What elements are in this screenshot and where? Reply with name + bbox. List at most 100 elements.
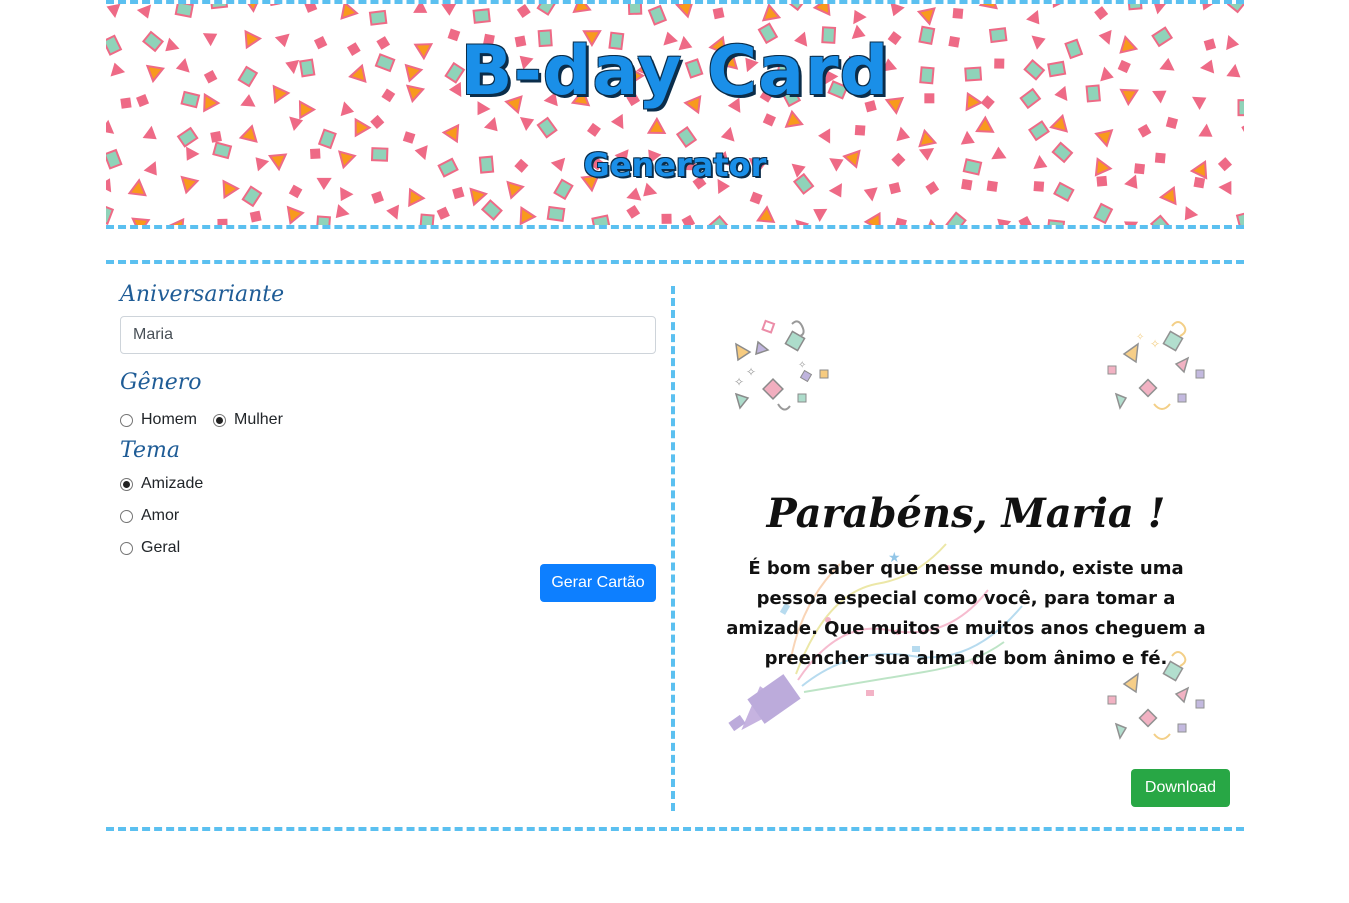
svg-text:✧: ✧: [734, 375, 744, 389]
confetti-shape: [371, 191, 384, 204]
radio-homem[interactable]: [120, 413, 133, 427]
download-button[interactable]: Download: [1131, 769, 1230, 807]
gender-label: Gênero: [120, 370, 202, 395]
svg-text:✧: ✧: [798, 360, 806, 371]
confetti-shape: [441, 4, 457, 16]
confetti-shape: [610, 113, 624, 130]
header-banner: B-day Card Generator: [106, 0, 1244, 229]
confetti-shape: [1241, 122, 1244, 136]
confetti-shape: [242, 4, 262, 13]
confetti-shape: [675, 126, 698, 149]
confetti-shape: [210, 131, 222, 143]
confetti-shape: [896, 126, 911, 142]
svg-text:✧: ✧: [1136, 332, 1144, 343]
confetti-shape: [1149, 214, 1172, 225]
confetti-shape: [1093, 202, 1114, 225]
confetti-shape: [1094, 128, 1114, 148]
confetti-shape: [268, 4, 281, 7]
confetti-shape: [1028, 120, 1050, 142]
confetti-shape: [795, 219, 810, 225]
confetti-shape: [975, 115, 995, 133]
theme-option-label: Amor: [141, 507, 180, 524]
confetti-shape: [755, 205, 776, 224]
confetti-shape: [762, 113, 776, 127]
gender-option-homem[interactable]: Homem: [120, 411, 197, 429]
confetti-shape: [335, 204, 350, 219]
card-title: Parabéns, Maria !: [766, 490, 1166, 537]
confetti-shape: [519, 117, 535, 131]
confetti-shape: [354, 117, 372, 138]
confetti-shape: [436, 206, 450, 220]
confetti-shape: [784, 109, 804, 128]
confetti-shape: [1052, 4, 1066, 9]
confetti-shape: [1165, 116, 1179, 130]
confetti-shape: [419, 213, 435, 225]
confetti-shape: [890, 4, 905, 17]
theme-option-amor[interactable]: Amor: [120, 507, 179, 525]
confetti-shape: [813, 208, 828, 223]
name-input[interactable]: [120, 316, 656, 354]
theme-option-label: Amizade: [141, 475, 204, 492]
confetti-shape: [675, 4, 695, 19]
confetti-shape: [749, 191, 763, 205]
gender-option-label: Mulher: [234, 411, 283, 428]
confetti-shape: [626, 187, 642, 201]
confetti-shape: [1018, 216, 1032, 225]
radio-mulher[interactable]: [213, 413, 226, 427]
confetti-shape: [1049, 113, 1069, 133]
gender-option-mulher[interactable]: Mulher: [213, 411, 283, 429]
confetti-shape: [519, 205, 537, 225]
confetti-shape: [854, 124, 866, 136]
confetti-shape: [131, 217, 151, 225]
radio-amizade[interactable]: [120, 477, 133, 491]
theme-option-amizade[interactable]: Amizade: [120, 475, 203, 493]
theme-label: Tema: [120, 438, 180, 463]
confetti-shape: [106, 4, 121, 19]
confetti-shape: [643, 182, 658, 197]
confetti-shape: [952, 8, 964, 19]
confetti-shape: [1137, 123, 1152, 138]
confetti-shape: [591, 214, 611, 225]
confetti-shape: [587, 122, 601, 137]
confetti-shape: [441, 123, 460, 144]
confetti-shape: [960, 130, 975, 145]
confetti-shape: [546, 205, 566, 223]
confetti-shape: [238, 124, 258, 143]
confetti-shape: [536, 116, 558, 139]
app-subtitle: Generator: [583, 146, 767, 184]
confetti-shape: [106, 204, 115, 225]
confetti-shape: [1153, 4, 1168, 15]
confetti-shape: [923, 218, 944, 225]
confetti-shape: [386, 204, 400, 220]
confetti-shape: [997, 218, 1012, 225]
confetti-shape: [516, 4, 531, 18]
confetti-shape: [1202, 4, 1214, 11]
confetti-shape: [304, 4, 318, 13]
radio-amor[interactable]: [120, 509, 133, 523]
radio-geral[interactable]: [120, 541, 133, 555]
main-panel: Aniversariante Gênero Homem Mulher Tema …: [106, 260, 1244, 831]
confetti-shape: [106, 119, 115, 134]
confetti-shape: [626, 204, 641, 219]
confetti-shape: [1094, 6, 1109, 21]
confetti-shape: [249, 210, 262, 223]
theme-option-geral[interactable]: Geral: [120, 539, 180, 557]
confetti-shape: [1198, 123, 1213, 137]
confetti-shape: [681, 214, 696, 225]
confetti-shape: [1226, 4, 1244, 14]
confetti-shape: [452, 186, 465, 200]
confetti-shape: [1235, 210, 1244, 225]
confetti-shape: [572, 4, 592, 14]
confetti-shape: [812, 4, 831, 17]
svg-text:✧: ✧: [746, 365, 756, 379]
generate-card-button[interactable]: Gerar Cartão: [540, 564, 656, 602]
confetti-shape: [916, 7, 936, 26]
confetti-shape: [646, 116, 667, 135]
panel-divider: [671, 286, 675, 811]
confetti-shape: [1184, 206, 1199, 221]
confetti-shape: [469, 187, 489, 207]
confetti-shape: [472, 8, 491, 24]
confetti-shape: [241, 185, 263, 208]
confetti-shape: [1124, 221, 1139, 225]
confetti-shape: [340, 4, 359, 20]
